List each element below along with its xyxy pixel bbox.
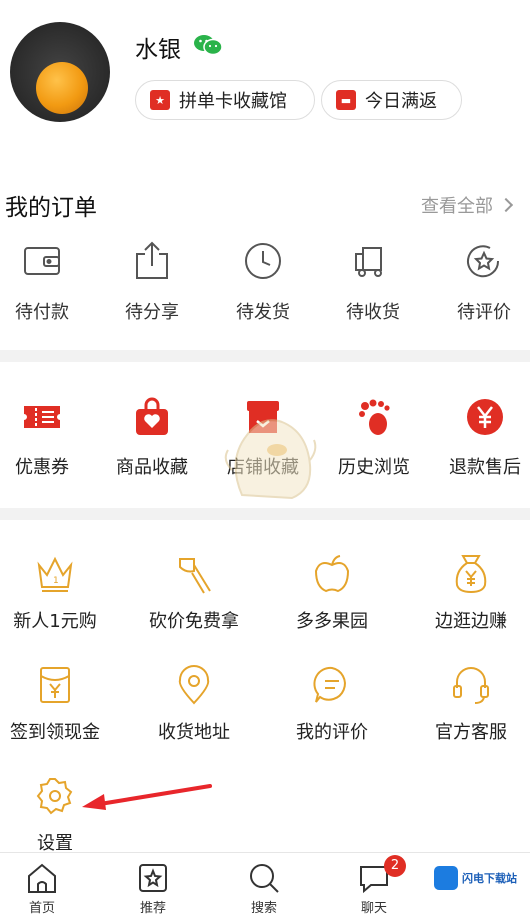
order-pending-payment[interactable]: 待付款 <box>0 240 87 324</box>
order-pending-review-label: 待评价 <box>457 302 511 323</box>
username: 水银 <box>135 37 181 63</box>
service-address[interactable]: 收货地址 <box>129 664 259 744</box>
chevron-right-icon <box>498 197 514 213</box>
review-icon <box>467 245 500 278</box>
home-icon <box>28 863 56 893</box>
daily-rebate-label: 今日满返 <box>365 91 437 112</box>
view-all-orders-link[interactable]: 查看全部 <box>421 192 514 218</box>
checkin-cash-label: 签到领现金 <box>10 722 100 743</box>
address-label: 收货地址 <box>158 722 230 743</box>
bag-heart-icon <box>136 397 168 435</box>
recommend-icon <box>139 864 167 892</box>
orders-title: 我的订单 <box>5 195 97 221</box>
nav-chat-label: 聊天 <box>360 901 387 916</box>
nav-home-label: 首页 <box>28 901 55 916</box>
location-icon <box>178 665 210 705</box>
order-pending-share[interactable]: 待分享 <box>107 240 197 324</box>
service-browse-earn[interactable]: 边逛边赚 <box>406 553 530 633</box>
nav-search[interactable]: 搜索 <box>224 861 304 916</box>
service-checkin-cash[interactable]: 签到领现金 <box>0 664 120 744</box>
order-pending-shipment-label: 待发货 <box>236 302 290 323</box>
card-collection-button[interactable]: ★ 拼单卡收藏馆 <box>135 80 315 120</box>
order-pending-receipt-label: 待收货 <box>346 302 400 323</box>
coupon-icon <box>24 406 60 428</box>
avatar-orange-image <box>36 62 88 114</box>
service-my-reviews[interactable]: 我的评价 <box>267 664 397 744</box>
orchard-label: 多多果园 <box>296 611 368 632</box>
footprint-icon <box>359 399 390 435</box>
profile-header: 水银 ★ 拼单卡收藏馆 ▬ 今日满返 <box>0 0 530 140</box>
axe-icon <box>179 558 211 594</box>
view-all-label: 查看全部 <box>421 196 493 217</box>
product-favorites-label: 商品收藏 <box>116 457 188 478</box>
newcomer-1-yuan-label: 新人1元购 <box>13 611 97 632</box>
money-bag-icon <box>455 555 487 594</box>
daily-rebate-button[interactable]: ▬ 今日满返 <box>321 80 462 120</box>
watermark-logo-icon <box>434 866 458 890</box>
watermark-mascot-image <box>224 419 317 500</box>
service-newcomer-1-yuan[interactable]: 1 新人1元购 <box>0 553 120 633</box>
quick-link-history[interactable]: 历史浏览 <box>319 397 429 479</box>
clock-icon <box>245 243 281 279</box>
my-reviews-label: 我的评价 <box>296 722 368 743</box>
yuan-icon <box>467 399 503 435</box>
quick-link-product-favorites[interactable]: 商品收藏 <box>97 397 207 479</box>
card-icon: ★ <box>150 90 170 110</box>
search-icon <box>250 864 279 893</box>
wallet-icon <box>24 247 60 275</box>
quick-link-refunds[interactable]: 退款售后 <box>430 397 530 479</box>
section-divider <box>0 508 530 520</box>
order-pending-share-label: 待分享 <box>125 302 179 323</box>
service-orchard[interactable]: 多多果园 <box>267 553 397 633</box>
gear-icon <box>36 778 73 815</box>
browse-earn-label: 边逛边赚 <box>435 611 507 632</box>
bargain-label: 砍价免费拿 <box>149 611 239 632</box>
svg-text:1: 1 <box>53 576 59 586</box>
quick-link-coupons[interactable]: 优惠券 <box>0 397 97 479</box>
nav-search-label: 搜索 <box>250 901 277 916</box>
cash-envelope-icon <box>40 667 70 703</box>
apple-icon <box>314 555 350 593</box>
section-divider <box>0 350 530 362</box>
coupons-label: 优惠券 <box>15 457 69 478</box>
order-pending-shipment[interactable]: 待发货 <box>218 240 308 324</box>
wechat-icon <box>194 35 223 56</box>
nav-recommend[interactable]: 推荐 <box>113 861 193 916</box>
order-pending-review[interactable]: 待评价 <box>439 240 529 324</box>
truck-icon <box>355 247 382 277</box>
crown-icon: 1 <box>37 556 73 592</box>
comment-icon <box>313 666 346 703</box>
service-customer-support[interactable]: 官方客服 <box>406 664 530 744</box>
share-icon <box>136 241 168 279</box>
order-pending-payment-label: 待付款 <box>15 302 69 323</box>
customer-support-label: 官方客服 <box>435 722 507 743</box>
red-envelope-icon: ▬ <box>336 90 356 110</box>
order-pending-receipt[interactable]: 待收货 <box>328 240 418 324</box>
service-bargain[interactable]: 砍价免费拿 <box>129 553 259 633</box>
chat-unread-badge: 2 <box>384 855 406 877</box>
nav-home[interactable]: 首页 <box>2 861 82 916</box>
avatar[interactable] <box>10 22 110 122</box>
refunds-label: 退款售后 <box>449 457 521 478</box>
watermark-text: 闪电下载站 <box>462 872 517 885</box>
headset-icon <box>453 667 489 704</box>
red-arrow-annotation <box>82 784 212 810</box>
nav-recommend-label: 推荐 <box>139 901 166 916</box>
card-collection-label: 拼单卡收藏馆 <box>179 91 287 112</box>
history-label: 历史浏览 <box>338 457 410 478</box>
site-watermark: 闪电下载站 <box>434 866 517 890</box>
